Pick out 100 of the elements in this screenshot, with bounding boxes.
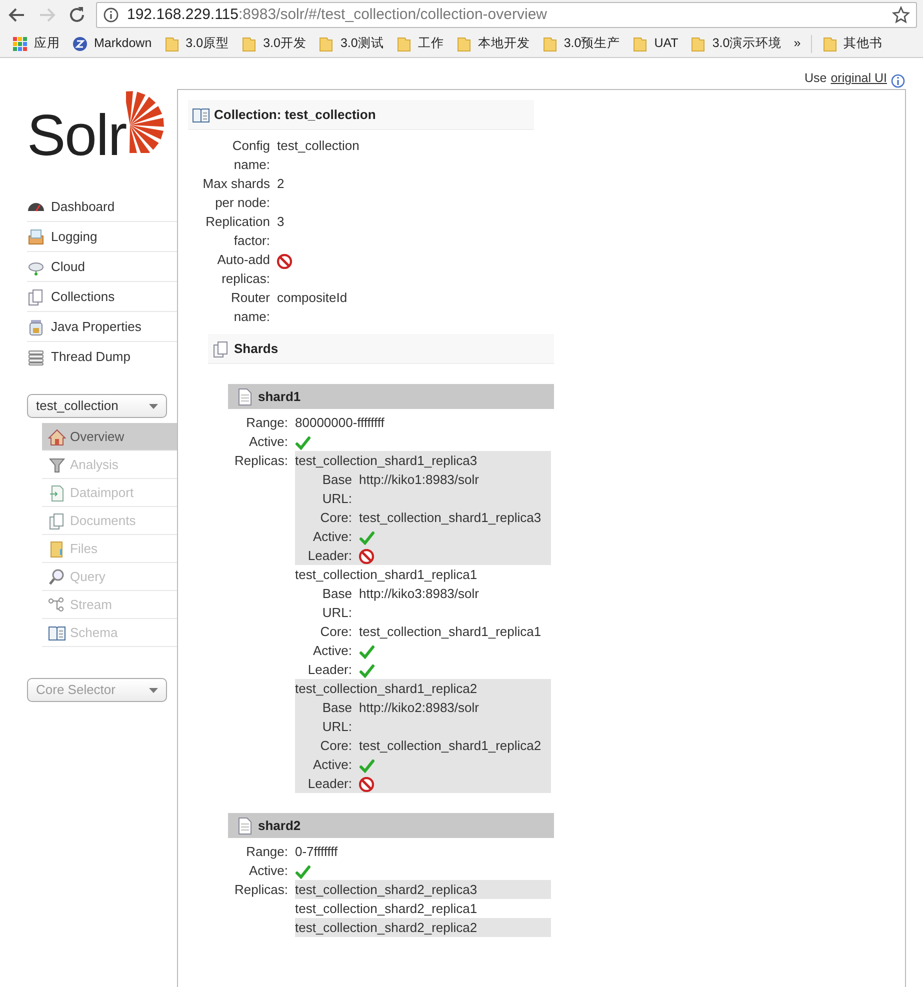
- field-label: Base URL:: [321, 585, 352, 622]
- sidebar-item[interactable]: Overview: [42, 423, 177, 451]
- field-value: test_collection_shard1_replica3: [359, 510, 542, 525]
- field-value: test_collection_shard1_replica1: [359, 624, 542, 639]
- open-book-icon: [48, 624, 66, 642]
- folder-icon: [164, 36, 180, 52]
- replica-name: test_collection_shard1_replica3: [295, 452, 478, 470]
- import-file-icon: [48, 484, 66, 502]
- bookmark[interactable]: 工作: [390, 34, 450, 53]
- sidebar-item[interactable]: Collections: [27, 282, 177, 312]
- apps-grid-icon: [12, 36, 28, 52]
- property-label: Auto-add replicas:: [216, 251, 270, 288]
- document-icon: [238, 388, 252, 406]
- shards-title: Shards: [234, 340, 278, 358]
- field-value: 0-7fffffff: [295, 844, 338, 859]
- bookmark[interactable]: 3.0测试: [312, 34, 390, 53]
- field-label: Active:: [312, 528, 352, 546]
- funnel-icon: [48, 456, 66, 474]
- shard-name: shard1: [258, 388, 301, 406]
- folder-icon: [822, 36, 838, 52]
- bookmark[interactable]: 其他书: [816, 34, 889, 53]
- replica-name: test_collection_shard2_replica2: [295, 919, 478, 937]
- property-label: Config name:: [231, 137, 270, 174]
- property-value: 2: [277, 176, 284, 191]
- collection-dropdown[interactable]: test_collection: [27, 394, 167, 418]
- house-icon: [48, 428, 66, 446]
- caret-icon: [149, 404, 158, 408]
- folder-icon: [542, 36, 558, 52]
- bookmark[interactable]: UAT: [626, 34, 684, 53]
- inbox-tray-icon: [27, 228, 45, 246]
- replica-name: test_collection_shard1_replica1: [295, 566, 478, 584]
- bookmark[interactable]: 应用: [6, 34, 66, 53]
- replica-name: test_collection_shard2_replica1: [295, 900, 478, 918]
- bookmark[interactable]: 3.0开发: [235, 34, 312, 53]
- folder-icon: [241, 36, 258, 52]
- replica-name: test_collection_shard2_replica3: [295, 881, 478, 899]
- field-value: http://kiko2:8983/solr: [359, 700, 479, 715]
- overflow-chevron[interactable]: »: [788, 34, 807, 53]
- field-label: Core:: [319, 737, 352, 755]
- property-label: Router name:: [230, 289, 270, 326]
- property-value: compositeId: [277, 290, 348, 305]
- field-label: Replicas:: [234, 881, 288, 899]
- field-label: Core:: [319, 509, 352, 527]
- field-label: Core:: [319, 623, 352, 641]
- field-value: test_collection_shard1_replica2: [359, 738, 542, 753]
- field-label: Range:: [245, 843, 288, 861]
- sidebar-item[interactable]: Logging: [27, 222, 177, 252]
- open-book-icon: [192, 106, 210, 124]
- folder-icon: [318, 36, 334, 52]
- stack-icon: [27, 348, 45, 366]
- field-label: Range:: [245, 414, 288, 432]
- original-ui-link[interactable]: original UI: [830, 69, 887, 88]
- field-label: Base URL:: [321, 471, 352, 508]
- bookmark[interactable]: 3.0预生产: [536, 34, 626, 53]
- url-text: 192.168.229.115:8983/solr/#/test_collection/collection-overview: [127, 4, 548, 25]
- property-value: test_collection: [277, 138, 360, 153]
- field-label: Base URL:: [321, 699, 352, 736]
- field-label: Active:: [248, 433, 288, 451]
- jar-icon: [27, 318, 45, 336]
- bookmark[interactable]: Markdown: [66, 34, 158, 53]
- field-label: Replicas:: [234, 452, 288, 470]
- folder-icon: [690, 36, 706, 52]
- info-icon[interactable]: [891, 74, 905, 88]
- shard-name: shard2: [258, 816, 301, 835]
- replica-name: test_collection_shard1_replica2: [295, 680, 478, 698]
- documents-icon: [27, 288, 45, 306]
- sidebar-item[interactable]: Dashboard: [27, 192, 177, 222]
- sidebar-item[interactable]: Thread Dump: [27, 342, 177, 372]
- document-icon: [238, 816, 252, 834]
- field-value: http://kiko1:8983/solr: [359, 472, 479, 487]
- field-label: Leader:: [306, 775, 352, 793]
- address-bar[interactable]: 192.168.229.115:8983/solr/#/test_collection/collection-overview: [96, 2, 917, 28]
- collection-title: Collection: test_collection: [214, 106, 376, 124]
- documents-icon: [212, 340, 230, 358]
- header-text: Use: [804, 70, 827, 88]
- field-label: Active:: [312, 642, 352, 660]
- solr-logo: Solr: [27, 89, 166, 165]
- property-label: Max shards per node:: [202, 175, 270, 212]
- info-icon[interactable]: [103, 7, 119, 23]
- sidebar-item[interactable]: Cloud: [27, 252, 177, 282]
- documents-icon: [48, 512, 66, 530]
- field-label: Active:: [248, 862, 288, 880]
- folder-icon: [396, 36, 412, 52]
- field-value: 80000000-ffffffff: [295, 415, 384, 430]
- bookmark[interactable]: 本地开发: [450, 34, 536, 53]
- caret-icon: [149, 688, 158, 692]
- property-value: 3: [277, 214, 284, 229]
- bookmark[interactable]: 3.0原型: [158, 34, 236, 53]
- folder-icon: [632, 36, 648, 52]
- bookmark[interactable]: 3.0演示环境: [684, 34, 788, 53]
- sidebar-item[interactable]: Java Properties: [27, 312, 177, 342]
- field-value: http://kiko3:8983/solr: [359, 586, 479, 601]
- field-label: Leader:: [306, 547, 352, 565]
- property-label: Replication factor:: [204, 213, 270, 250]
- field-label: Active:: [312, 756, 352, 774]
- star-icon[interactable]: [892, 6, 910, 24]
- nodes-icon: [48, 596, 66, 614]
- circle-logo-icon: [72, 36, 88, 52]
- field-label: Leader:: [306, 661, 352, 679]
- folder-icon: [456, 36, 472, 52]
